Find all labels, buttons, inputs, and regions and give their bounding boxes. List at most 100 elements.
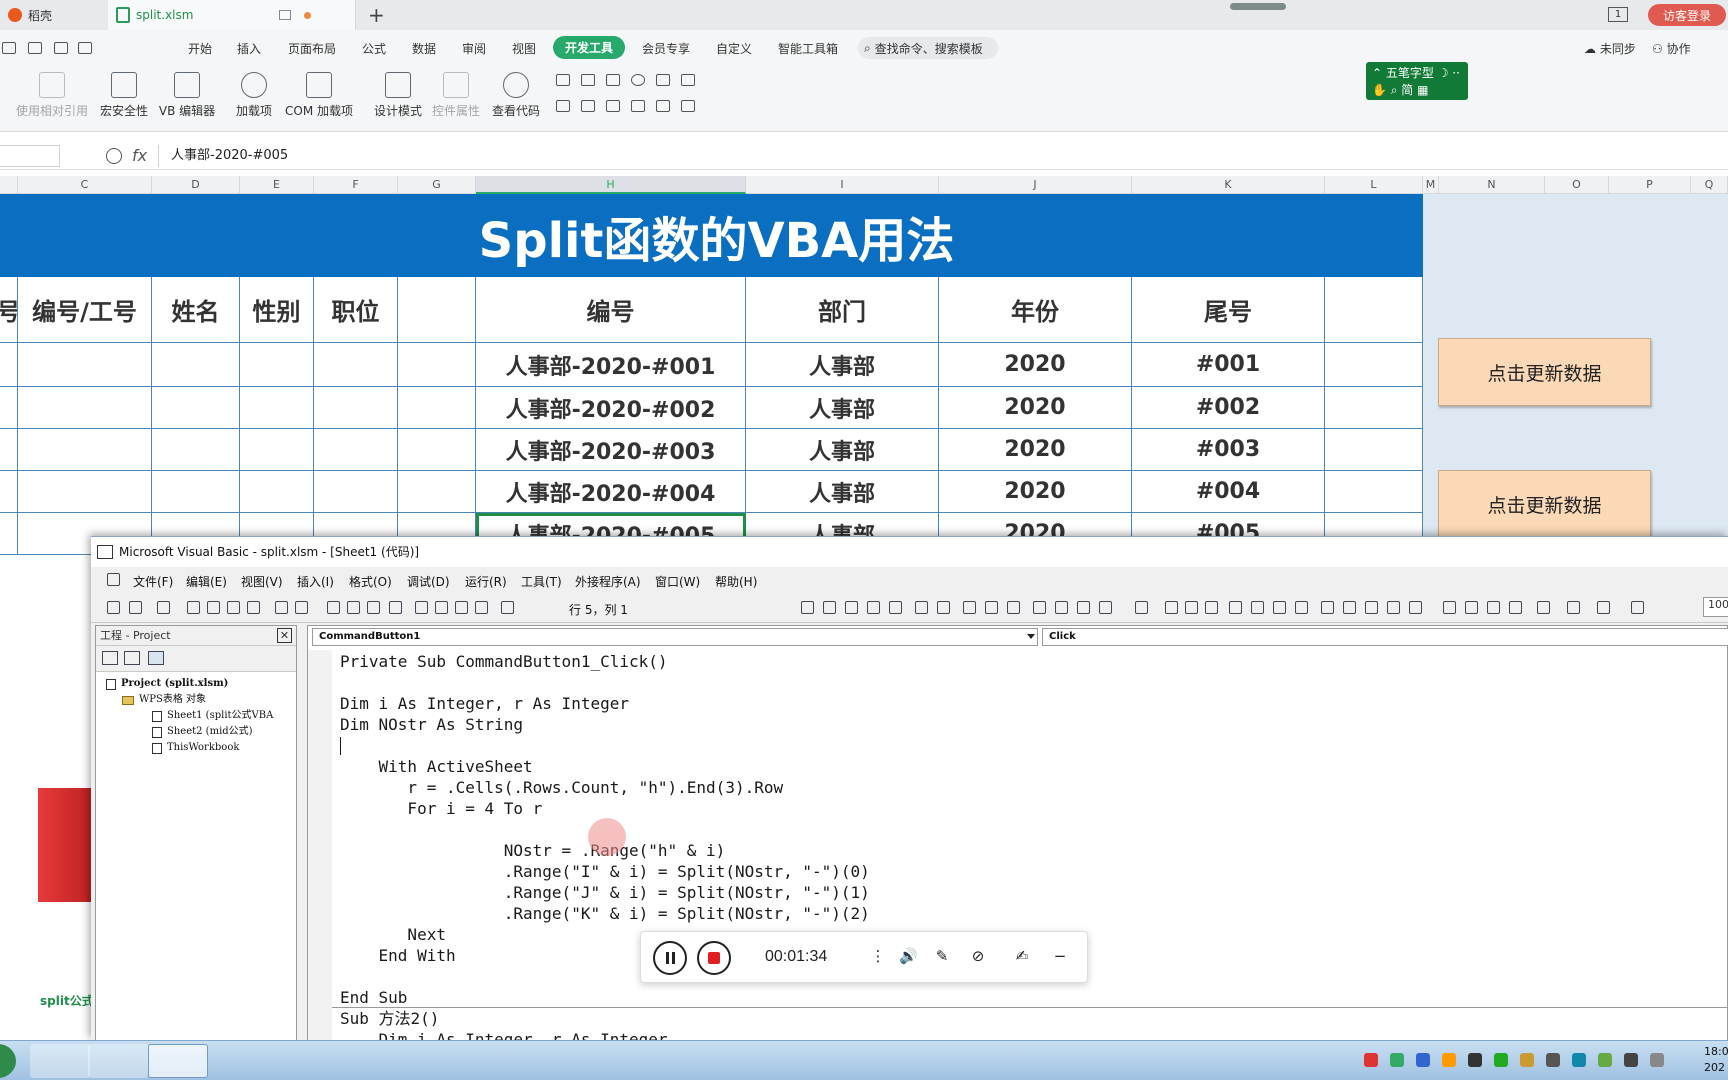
tab-split-xlsm[interactable]: split.xlsm [108, 0, 356, 30]
empty-cell[interactable] [18, 343, 152, 387]
copy-icon[interactable] [207, 601, 220, 614]
tree-sheet1[interactable]: Sheet1 (split公式VBA [152, 708, 292, 724]
header-year[interactable]: 年份 [939, 277, 1132, 343]
menu-review[interactable]: 审阅 [462, 40, 486, 57]
column-header-g[interactable]: G [398, 176, 476, 194]
sheet-tab-split[interactable]: split公式 [40, 992, 94, 1009]
ungroup-icon[interactable] [1509, 601, 1522, 614]
vbe-menu-help[interactable]: 帮助(H) [715, 573, 757, 590]
empty-cell[interactable] [0, 343, 18, 387]
ime-status-bar[interactable]: ⌃ 五笔字型 ☽ ·· ✋ ⌕ 简 ▦ [1366, 62, 1468, 100]
header-position[interactable]: 职位 [314, 277, 398, 343]
empty-cell[interactable] [152, 471, 240, 513]
menu-member[interactable]: 会员专享 [642, 40, 690, 57]
empty-cell[interactable] [18, 387, 152, 429]
project-explorer-icon[interactable] [415, 601, 428, 614]
table-cell[interactable]: 人事部-2020-#001 [476, 343, 746, 387]
table-cell[interactable]: 人事部 [746, 471, 939, 513]
menu-page-layout[interactable]: 页面布局 [288, 40, 336, 57]
table-cell[interactable]: 人事部-2020-#003 [476, 429, 746, 471]
bring-front-icon[interactable] [1443, 601, 1456, 614]
tray-app-icon[interactable] [1520, 1053, 1534, 1067]
list-properties-icon[interactable] [801, 601, 814, 614]
vbe-title-bar[interactable]: Microsoft Visual Basic - split.xlsm - [S… [91, 537, 1728, 567]
drag-handle-icon[interactable]: ⋮ [869, 947, 887, 965]
header-department[interactable]: 部门 [746, 277, 939, 343]
stop-button[interactable] [697, 941, 731, 975]
menu-insert[interactable]: 插入 [237, 40, 261, 57]
tray-app-icon[interactable] [1468, 1053, 1482, 1067]
column-header-e[interactable]: E [240, 176, 314, 194]
vbe-app-icon[interactable] [107, 573, 120, 586]
list-constants-icon[interactable] [823, 601, 836, 614]
locals-icon[interactable] [1321, 601, 1334, 614]
empty-cell[interactable] [240, 387, 314, 429]
checkbox-control-icon[interactable] [556, 74, 570, 86]
table-cell[interactable]: #004 [1132, 471, 1325, 513]
command-search-box[interactable]: ⌕ 查找命令、搜索模板 [858, 37, 998, 59]
step-out-icon[interactable] [1295, 601, 1308, 614]
empty-cell[interactable] [398, 343, 476, 387]
scrollbar-control-icon[interactable] [581, 100, 595, 112]
empty-cell[interactable] [18, 471, 152, 513]
camera-off-icon[interactable]: ⊘ [969, 947, 987, 965]
run-icon[interactable] [1165, 601, 1178, 614]
tray-app-icon[interactable] [1390, 1053, 1404, 1067]
empty-cell[interactable] [398, 429, 476, 471]
group-icon[interactable] [1487, 601, 1500, 614]
step-into-icon[interactable] [1251, 601, 1264, 614]
more-controls-icon[interactable] [681, 100, 695, 112]
empty-cell[interactable] [152, 429, 240, 471]
header-name[interactable]: 姓名 [152, 277, 240, 343]
menu-data[interactable]: 数据 [412, 40, 436, 57]
addins-button[interactable]: 加载项 [232, 72, 276, 119]
com-addins-button[interactable]: COM 加载项 [282, 72, 356, 119]
code-line[interactable]: .Range("J" & i) = Split(NOstr, "-")(1) [340, 883, 870, 903]
frame-control-icon[interactable] [631, 100, 645, 112]
pause-icon[interactable] [347, 601, 360, 614]
print-icon[interactable] [54, 42, 68, 54]
immediate-icon[interactable] [1343, 601, 1356, 614]
outdent-icon[interactable] [937, 601, 950, 614]
update-data-button-1[interactable]: 点击更新数据 [1438, 338, 1651, 406]
vbe-menu-view[interactable]: 视图(V) [241, 573, 283, 590]
update-data-button-2[interactable]: 点击更新数据 [1438, 470, 1651, 538]
clear-bookmarks-icon[interactable] [1099, 601, 1112, 614]
tree-thisworkbook[interactable]: ThisWorkbook [152, 740, 239, 756]
textbox-control-icon[interactable] [606, 74, 620, 86]
header-gender[interactable]: 性别 [240, 277, 314, 343]
empty-cell[interactable] [314, 429, 398, 471]
tree-sheet2[interactable]: Sheet2 (mid公式) [152, 724, 253, 740]
column-header-corner[interactable] [0, 176, 18, 194]
empty-cell[interactable] [0, 513, 18, 555]
design-mode-icon[interactable] [1135, 601, 1148, 614]
quick-info-icon[interactable] [845, 601, 858, 614]
view-code-icon[interactable] [102, 651, 118, 665]
properties-icon[interactable] [435, 601, 448, 614]
start-button[interactable] [0, 1044, 16, 1078]
table-cell[interactable]: 人事部-2020-#004 [476, 471, 746, 513]
zoom-icon[interactable] [1631, 601, 1644, 614]
menu-formulas[interactable]: 公式 [362, 40, 386, 57]
code-line[interactable]: For i = 4 To r [340, 799, 542, 819]
vbe-menu-window[interactable]: 窗口(W) [655, 573, 700, 590]
image-control-icon[interactable] [656, 100, 670, 112]
guest-login-button[interactable]: 访客登录 [1648, 4, 1726, 26]
zoom-select[interactable]: 100 [1703, 597, 1728, 617]
print-preview-icon[interactable] [78, 42, 92, 54]
minimize-icon[interactable]: − [1051, 947, 1069, 965]
menu-developer[interactable]: 开发工具 [553, 36, 626, 59]
code-line[interactable]: Private Sub CommandButton1_Click() [340, 652, 668, 672]
empty-cell[interactable] [398, 471, 476, 513]
code-line[interactable]: End With [340, 946, 456, 966]
sheet-title-banner[interactable]: Split函数的VBA用法 [0, 194, 1423, 277]
watch-icon[interactable] [1365, 601, 1378, 614]
hand-icon[interactable] [1229, 601, 1242, 614]
vb-editor-button[interactable]: VB 编辑器 [156, 72, 218, 119]
code-line[interactable]: Dim i As Integer, r As Integer [340, 694, 629, 714]
call-stack-icon[interactable] [1409, 601, 1422, 614]
header-suffix[interactable]: 尾号 [1132, 277, 1325, 343]
column-header-l[interactable]: L [1325, 176, 1423, 194]
menu-custom[interactable]: 自定义 [716, 40, 752, 57]
label-control-icon[interactable] [606, 100, 620, 112]
